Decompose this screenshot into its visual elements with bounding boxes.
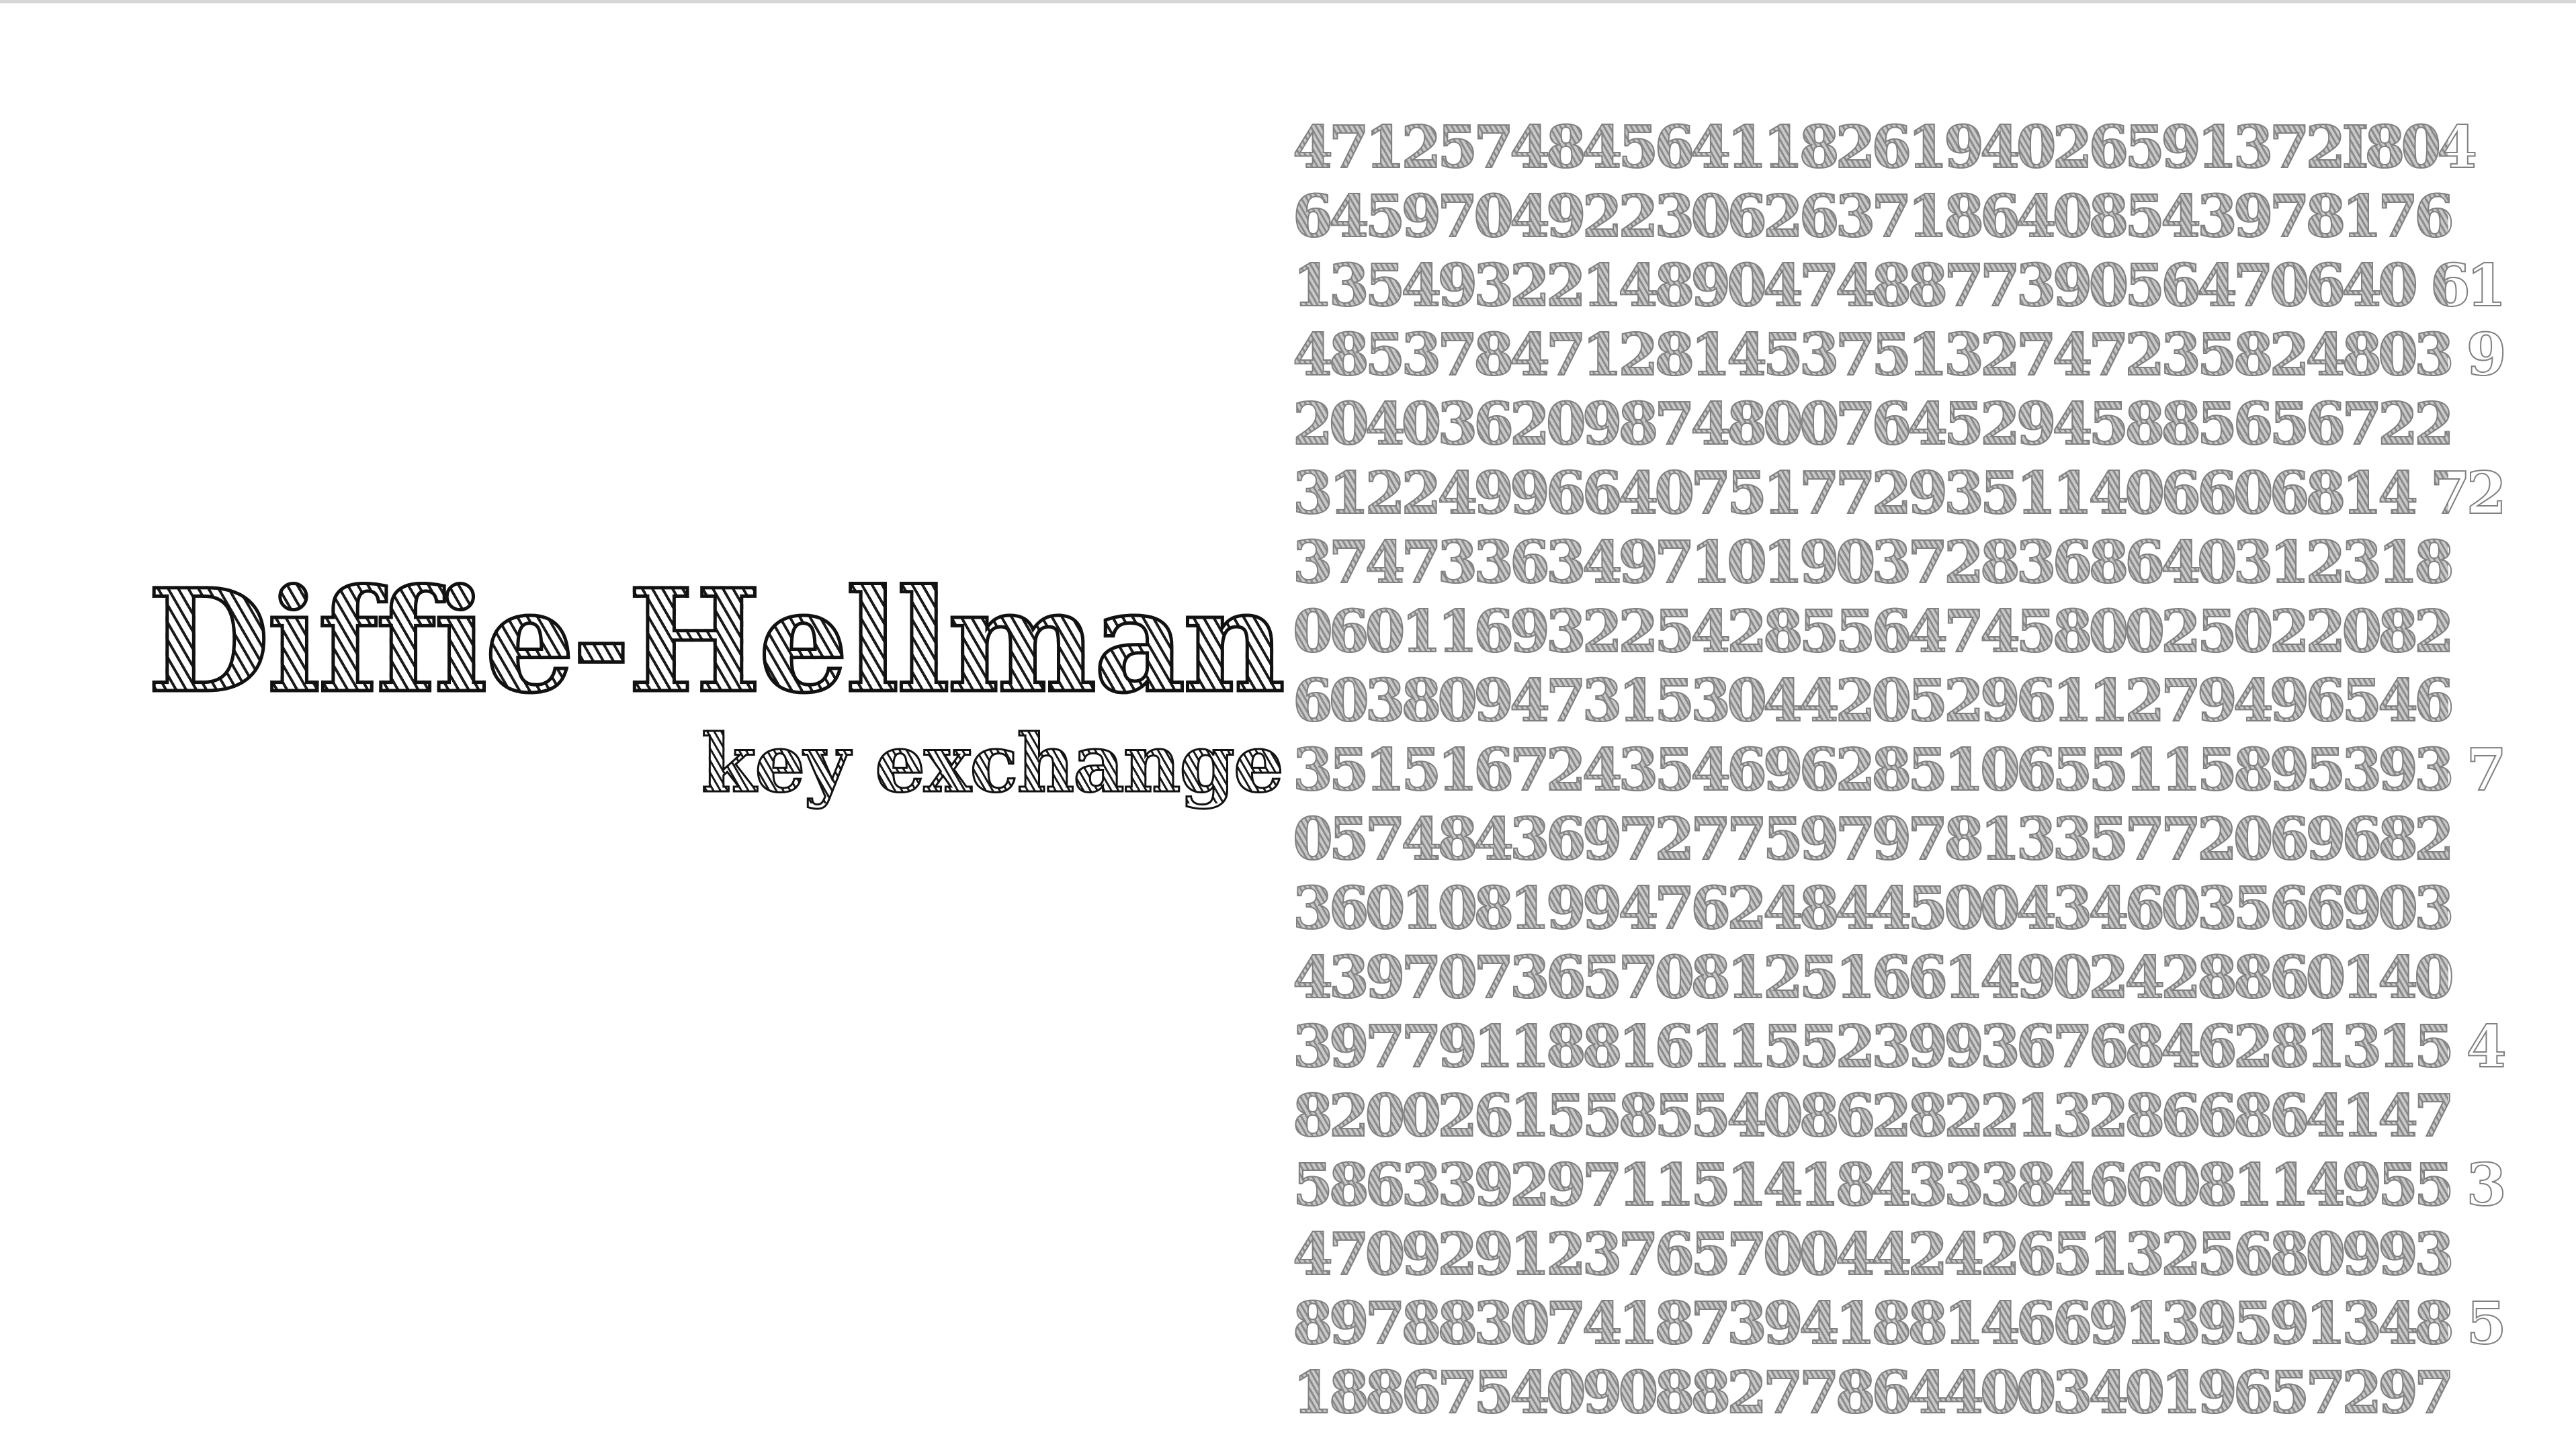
number-block: 47125748456411826194026591372I804 645970…: [1292, 113, 2507, 1427]
number-line: 89788307418739418814669139591348 5: [1292, 1289, 2507, 1358]
number-line: 64597049223062637186408543978176: [1292, 182, 2455, 251]
number-line: 18867540908827786440034019657297: [1292, 1358, 2455, 1427]
number-line: 43970736570812516614902428860140: [1292, 943, 2455, 1012]
number-line: 20403620987480076452945885656722: [1292, 390, 2455, 459]
number-line: 1354932214890474887739056470640 61: [1292, 251, 2507, 320]
top-border: [0, 0, 2576, 3]
title-block: Diffie-Hellman key exchange: [146, 558, 1287, 804]
number-line: 47125748456411826194026591372I804: [1292, 113, 2478, 182]
number-line: 37473363497101903728368640312318: [1292, 528, 2455, 597]
title: Diffie-Hellman: [146, 558, 1287, 724]
number-line: 36010819947624844500434603566903: [1292, 874, 2455, 943]
number-line: 60380947315304420529611279496546: [1292, 666, 2455, 736]
number-line: 58633929711514184333846608114955 3: [1292, 1151, 2507, 1220]
subtitle: key exchange: [147, 723, 1285, 804]
number-line: 06011693225428556474580025022082: [1292, 597, 2455, 666]
number-line: 35151672435469628510655115895393 7: [1292, 736, 2507, 805]
number-line: 39779118816115523993676846281315 4: [1292, 1012, 2507, 1082]
number-line: 47092912376570044242651325680993: [1292, 1220, 2455, 1289]
number-line: 3122499664075177293511406606814 72: [1292, 459, 2507, 528]
number-line: 82002615585540862822132866864147: [1292, 1082, 2455, 1151]
number-line: 48537847128145375132747235824803 9: [1292, 320, 2507, 390]
number-line: 05748436972775979781335772069682: [1292, 805, 2455, 874]
